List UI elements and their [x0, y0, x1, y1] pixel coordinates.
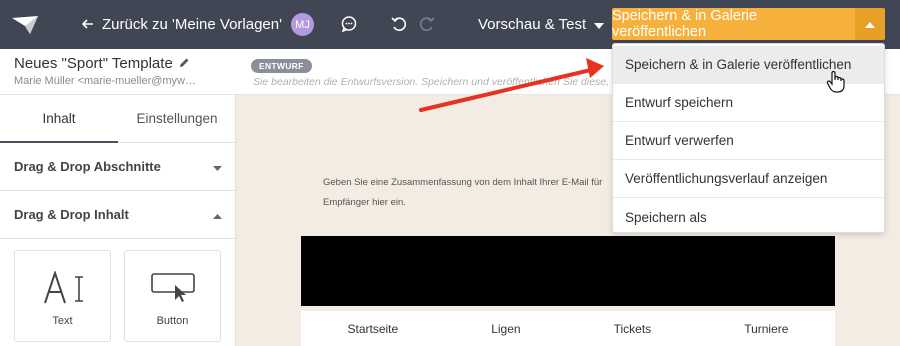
template-author: Marie Müller <marie-mueller@mywe…: [14, 75, 199, 87]
nav-item[interactable]: Ligen: [491, 322, 520, 336]
sidebar-tabs: Inhalt Einstellungen: [0, 95, 236, 143]
section-dragdrop-sections[interactable]: Drag & Drop Abschnitte: [0, 143, 236, 191]
caret-down-icon: [594, 16, 605, 33]
banner-image[interactable]: [301, 236, 835, 306]
status-badge: ENTWURF: [251, 59, 312, 73]
hand-cursor-icon: [826, 70, 848, 94]
pencil-icon[interactable]: [179, 55, 190, 72]
preheader-line: Empfänger hier ein.: [323, 197, 406, 208]
logo-icon[interactable]: [0, 0, 50, 49]
draft-message: Sie bearbeiten die Entwurfsversion. Spei…: [253, 76, 623, 88]
comment-icon[interactable]: [337, 12, 361, 36]
back-link-label: Zurück zu 'Meine Vorlagen': [102, 16, 282, 33]
template-name[interactable]: Neues "Sport" Template: [14, 55, 190, 72]
block-text[interactable]: Text: [14, 250, 111, 342]
template-name-label: Neues "Sport" Template: [14, 55, 173, 72]
menu-item-discard-draft[interactable]: Entwurf verwerfen: [613, 122, 884, 160]
block-button[interactable]: Button: [124, 250, 221, 342]
preheader-text[interactable]: Geben Sie eine Zusammenfassung von dem I…: [323, 173, 623, 213]
preheader-line: Geben Sie eine Zusammenfassung von dem I…: [323, 177, 603, 188]
arrow-left-icon: [81, 16, 94, 33]
avatar[interactable]: MJ: [291, 13, 314, 36]
block-label: Text: [52, 315, 73, 327]
menu-item-publish-history[interactable]: Veröffentlichungsverlauf anzeigen: [613, 160, 884, 198]
sidebar: Inhalt Einstellungen Drag & Drop Abschni…: [0, 95, 236, 346]
save-publish-button[interactable]: Speichern & in Galerie veröffentlichen: [612, 8, 855, 40]
preview-test-button[interactable]: Vorschau & Test: [478, 0, 605, 49]
nav-item[interactable]: Startseite: [348, 322, 399, 336]
caret-down-icon: [213, 159, 222, 174]
section-label: Drag & Drop Inhalt: [14, 207, 129, 222]
button-icon: [151, 273, 197, 308]
top-bar: Zurück zu 'Meine Vorlagen' MJ Vorschau &…: [0, 0, 900, 49]
email-nav-menu[interactable]: Startseite Ligen Tickets Turniere: [301, 311, 835, 346]
text-icon: [43, 269, 85, 310]
section-dragdrop-content[interactable]: Drag & Drop Inhalt: [0, 191, 236, 239]
caret-up-icon: [865, 15, 875, 33]
save-options-toggle[interactable]: [855, 8, 885, 40]
nav-item[interactable]: Turniere: [744, 322, 788, 336]
block-label: Button: [156, 315, 189, 327]
tab-content[interactable]: Inhalt: [0, 95, 118, 143]
menu-item-save-as[interactable]: Speichern als: [613, 198, 884, 236]
nav-item[interactable]: Tickets: [614, 322, 652, 336]
redo-icon[interactable]: [415, 12, 439, 36]
caret-up-icon: [213, 207, 222, 222]
tab-settings[interactable]: Einstellungen: [118, 95, 236, 142]
section-label: Drag & Drop Abschnitte: [14, 159, 161, 174]
back-to-templates-link[interactable]: Zurück zu 'Meine Vorlagen': [81, 0, 282, 49]
undo-icon[interactable]: [387, 12, 411, 36]
preview-test-label: Vorschau & Test: [478, 16, 587, 33]
